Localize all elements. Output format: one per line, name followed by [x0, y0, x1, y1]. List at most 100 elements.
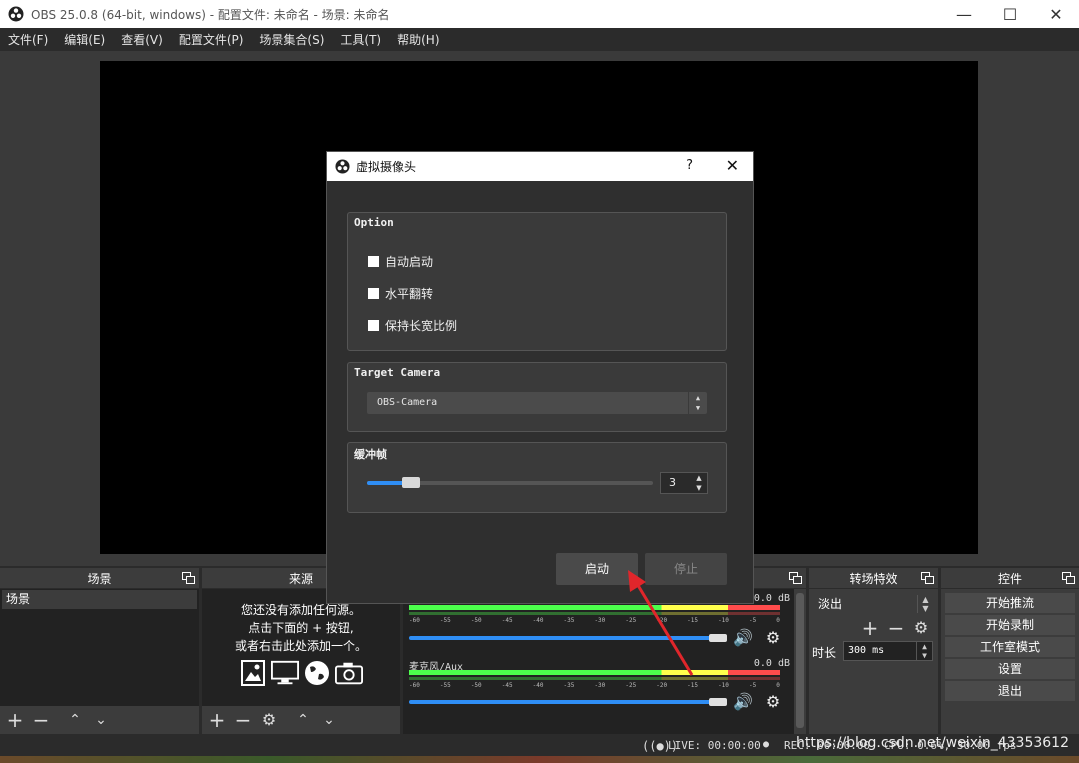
transition-select[interactable]: 淡出 ▲ ▼	[813, 594, 934, 614]
scenes-list[interactable]: 场景	[0, 589, 199, 706]
buffer-slider[interactable]	[367, 477, 653, 488]
scenes-dock: 场景 场景 + − ⌃ ⌄	[0, 568, 199, 734]
target-camera-title: Target Camera	[354, 366, 441, 379]
meter-scale: -60 -55 -50 -45 -40 -35 -30 -25 -20 -15 -10 -5 0	[409, 617, 780, 625]
chevron-down-icon[interactable]: ⌄	[318, 709, 340, 731]
list-item[interactable]: 场景	[2, 590, 197, 609]
remove-icon[interactable]: −	[232, 709, 254, 731]
mixer-channels: 0.0 dB -60 -55 -50 -45 -40 -35 -30 -25 -20 -15 -10…	[403, 589, 794, 734]
add-icon[interactable]: +	[4, 709, 26, 731]
record-dot-icon: ●	[763, 739, 770, 750]
undock-icon[interactable]	[1062, 572, 1075, 584]
speaker-icon[interactable]: 🔊	[733, 692, 753, 712]
mixer-scrollbar[interactable]	[794, 589, 806, 734]
maximize-icon[interactable]: ☐	[987, 0, 1033, 28]
chevron-up-icon[interactable]: ⌃	[292, 709, 314, 731]
studio-mode-button[interactable]: 工作室模式	[945, 637, 1075, 657]
keep-aspect-ratio-checkbox[interactable]: 保持长宽比例	[368, 317, 457, 334]
camera-select[interactable]: OBS-Camera ▲ ▼	[367, 392, 707, 414]
menu-tools[interactable]: 工具(T)	[332, 31, 389, 48]
add-icon[interactable]: +	[206, 709, 228, 731]
chevron-updown-icon: ▲ ▼	[916, 642, 932, 660]
checkbox-label: 水平翻转	[385, 287, 434, 301]
undock-icon[interactable]	[789, 572, 802, 584]
auto-start-checkbox[interactable]: 自动启动	[368, 253, 433, 270]
volume-slider-handle[interactable]	[709, 698, 727, 706]
volume-meter	[409, 605, 780, 610]
scale-tick: -40	[532, 682, 544, 689]
scale-tick: -60	[409, 682, 420, 689]
buffer-group: 缓冲帧 3 ▲ ▼	[347, 442, 727, 513]
stop-button[interactable]: 停止	[645, 553, 727, 585]
minimize-icon[interactable]: —	[941, 0, 987, 28]
scenes-title: 场景	[87, 571, 112, 586]
controls-body: 开始推流 开始录制 工作室模式 设置 退出	[941, 589, 1079, 734]
scale-tick: -50	[470, 682, 482, 689]
dialog-title: 虚拟摄像头	[356, 160, 417, 174]
checkbox-box[interactable]	[368, 320, 379, 331]
menu-file[interactable]: 文件(F)	[0, 31, 56, 48]
volume-slider[interactable]	[409, 636, 727, 640]
gear-icon[interactable]: ⚙	[763, 628, 783, 648]
transitions-dock: 转场特效 淡出 ▲ ▼ + − ⚙ 时长 300 ms ▲ ▼	[809, 568, 938, 734]
add-icon[interactable]: +	[859, 617, 881, 639]
remove-icon[interactable]: −	[885, 617, 907, 639]
obs-logo-icon	[335, 159, 350, 174]
close-icon[interactable]: ✕	[1033, 0, 1079, 28]
gear-icon[interactable]: ⚙	[763, 692, 783, 712]
empty-hint-line: 或者右击此处添加一个。	[234, 639, 367, 653]
duration-field[interactable]: 300 ms ▲ ▼	[843, 641, 933, 661]
controls-header: 控件	[941, 568, 1079, 589]
monitor-icon	[271, 659, 299, 687]
option-group: Option 自动启动 水平翻转 保持长宽比例	[347, 212, 727, 351]
volume-meter	[409, 670, 780, 675]
undock-icon[interactable]	[182, 572, 195, 584]
checkbox-box[interactable]	[368, 256, 379, 267]
sources-toolbar: + − ⚙ ⌃ ⌄	[202, 706, 400, 734]
menu-edit[interactable]: 编辑(E)	[56, 31, 113, 48]
scale-tick: -25	[625, 617, 637, 624]
scale-tick: -55	[439, 682, 451, 689]
menu-profile[interactable]: 配置文件(P)	[171, 31, 252, 48]
target-camera-group: Target Camera OBS-Camera ▲ ▼	[347, 362, 727, 432]
menu-view[interactable]: 查看(V)	[113, 31, 171, 48]
chevron-updown-icon[interactable]: ▲ ▼	[691, 473, 707, 493]
speaker-icon[interactable]: 🔊	[733, 628, 753, 648]
undock-icon[interactable]	[921, 572, 934, 584]
gear-icon[interactable]: ⚙	[910, 617, 932, 639]
scale-tick: -20	[656, 617, 668, 624]
menu-help[interactable]: 帮助(H)	[389, 31, 447, 48]
live-status: LIVE: 00:00:00	[668, 739, 761, 752]
sources-title: 来源	[288, 571, 313, 586]
chevron-up-icon[interactable]: ⌃	[64, 709, 86, 731]
horizontal-flip-checkbox[interactable]: 水平翻转	[368, 285, 433, 302]
option-group-title: Option	[354, 216, 394, 229]
help-icon[interactable]: ?	[686, 158, 693, 173]
menu-scene-collection[interactable]: 场景集合(S)	[251, 31, 332, 48]
start-streaming-button[interactable]: 开始推流	[945, 593, 1075, 613]
settings-button[interactable]: 设置	[945, 659, 1075, 679]
obs-logo-icon	[8, 6, 24, 22]
duration-value: 300 ms	[848, 645, 885, 656]
camera-icon	[335, 659, 363, 687]
volume-slider[interactable]	[409, 700, 727, 704]
image-icon	[239, 659, 267, 687]
scale-tick: -25	[625, 682, 637, 689]
scale-tick: -30	[594, 682, 606, 689]
buffer-slider-handle[interactable]	[402, 477, 420, 488]
close-icon[interactable]: ✕	[726, 156, 739, 175]
remove-icon[interactable]: −	[30, 709, 52, 731]
chevron-down-icon[interactable]: ⌄	[90, 709, 112, 731]
start-recording-button[interactable]: 开始录制	[945, 615, 1075, 635]
buffer-value: 3	[669, 476, 676, 489]
scale-tick: -35	[563, 682, 575, 689]
camera-selected: OBS-Camera	[377, 397, 438, 408]
gear-icon[interactable]: ⚙	[258, 709, 280, 731]
volume-slider-handle[interactable]	[709, 634, 727, 642]
checkbox-box[interactable]	[368, 288, 379, 299]
sources-list[interactable]: 您还没有添加任何源。 点击下面的 + 按钮, 或者右击此处添加一个。	[202, 589, 400, 706]
exit-button[interactable]: 退出	[945, 681, 1075, 701]
empty-hint-line: 点击下面的 + 按钮,	[248, 621, 354, 635]
start-button[interactable]: 启动	[556, 553, 638, 585]
buffer-spinbox[interactable]: 3 ▲ ▼	[660, 472, 708, 494]
